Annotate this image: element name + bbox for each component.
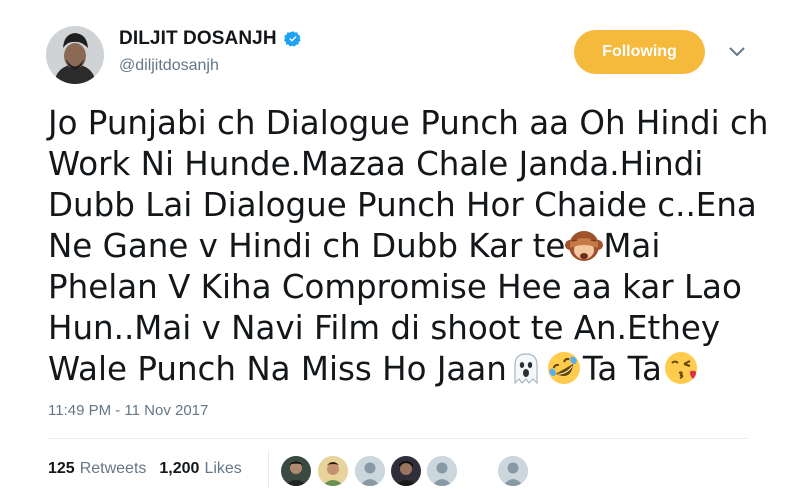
chevron-down-icon[interactable] (728, 46, 746, 58)
verified-badge-icon (283, 31, 301, 47)
following-button[interactable]: Following (574, 30, 705, 74)
tweet-line-segment: Wale Punch Na Miss Ho Jaan (48, 350, 507, 388)
tweet-line: Work Ni Hunde.Mazaa Chale Janda.Hindi (48, 145, 704, 183)
tweet-line: Jo Punjabi ch Dialogue Punch aa Oh Hindi… (48, 104, 769, 142)
stats-divider (268, 450, 269, 488)
ghost-icon (514, 353, 538, 385)
tweet-timestamp[interactable]: 11:49 PM - 11 Nov 2017 (48, 402, 208, 419)
liker-avatar[interactable] (318, 456, 348, 486)
rofl-face-icon (547, 352, 580, 384)
avatar-image (46, 26, 104, 84)
default-profile-icon (498, 456, 528, 486)
tweet-line-segment: Ne Gane v Hindi ch Dubb Kar te (48, 227, 566, 265)
liker-avatar[interactable] (391, 456, 421, 486)
tweet-text: Jo Punjabi ch Dialogue Punch aa Oh Hindi… (48, 103, 769, 390)
tweet-line-with-emoji: Ne Gane v Hindi ch Dubb Kar te Mai (48, 226, 748, 267)
default-profile-icon (355, 456, 385, 486)
tweet-line-with-emoji: Wale Punch Na Miss Ho Jaan Ta Ta (48, 349, 748, 390)
default-avatar[interactable] (355, 456, 385, 486)
tweet-stats: 125 Retweets 1,200 Likes (48, 460, 242, 478)
author-avatar[interactable] (46, 26, 104, 84)
tweet-line: Phelan V Kiha Compromise Hee aa kar Lao (48, 268, 742, 306)
kissing-face-icon (664, 352, 697, 384)
liker-photo (391, 456, 421, 486)
default-avatar[interactable] (427, 456, 457, 486)
default-avatar[interactable] (498, 456, 528, 486)
default-profile-icon (427, 456, 457, 486)
author-name-row: DILJIT DOSANJH (119, 28, 302, 50)
retweets-label: Retweets (79, 460, 147, 477)
see-no-evil-monkey-icon (565, 231, 604, 261)
likes-count: 1,200 (159, 460, 200, 477)
tweet-line: Hun..Mai v Navi Film di shoot te An.Ethe… (48, 309, 721, 347)
author-handle[interactable]: @diljitdosanjh (119, 57, 219, 75)
retweets-stat[interactable]: 125 Retweets (48, 460, 146, 478)
liker-avatar[interactable] (281, 456, 311, 486)
tweet-line-segment: Ta Ta (582, 350, 662, 388)
likes-label: Likes (204, 460, 242, 477)
liker-photo (318, 456, 348, 486)
tweet-line: Dubb Lai Dialogue Punch Hor Chaide c..En… (48, 186, 757, 224)
tweet-line-segment: Mai (603, 227, 661, 265)
liker-photo (281, 456, 311, 486)
author-name[interactable]: DILJIT DOSANJH (119, 28, 277, 50)
retweets-count: 125 (48, 460, 75, 477)
likes-stat[interactable]: 1,200 Likes (159, 460, 241, 478)
divider (48, 438, 748, 439)
